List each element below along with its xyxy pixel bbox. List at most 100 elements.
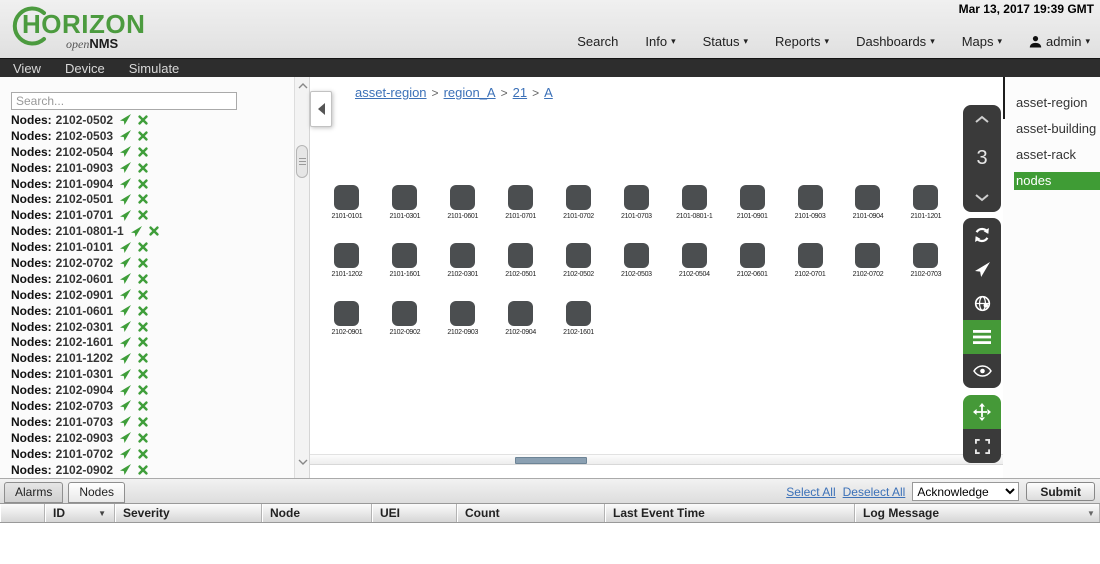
node-list-item[interactable]: Nodes:2101-0801-1 (0, 223, 292, 239)
breadcrumb-link[interactable]: asset-region (355, 85, 427, 100)
map-node[interactable]: 2101-1601 (376, 243, 434, 278)
layer-item-nodes[interactable]: nodes (1014, 172, 1100, 190)
locate-node-icon[interactable] (120, 321, 131, 332)
remove-node-icon[interactable] (138, 131, 148, 141)
submit-button[interactable]: Submit (1026, 482, 1095, 501)
nav-item-status[interactable]: Status▾ (703, 34, 748, 49)
node-list-item[interactable]: Nodes:2102-0504 (0, 144, 292, 160)
left-panel-scrollbar[interactable] (294, 77, 309, 478)
node-list-item[interactable]: Nodes:2102-0904 (0, 382, 292, 398)
node-list-item[interactable]: Nodes:2101-0301 (0, 366, 292, 382)
column-header-node[interactable]: Node (262, 504, 372, 522)
column-header-uei[interactable]: UEI (372, 504, 457, 522)
remove-node-icon[interactable] (138, 115, 148, 125)
layer-item-asset-building[interactable]: asset-building (1003, 116, 1100, 142)
action-select[interactable]: Acknowledge (912, 482, 1019, 501)
column-header-select[interactable] (0, 504, 45, 522)
remove-node-icon[interactable] (138, 163, 148, 173)
node-list-item[interactable]: Nodes:2102-0501 (0, 191, 292, 207)
remove-node-icon[interactable] (138, 290, 148, 300)
select-all-link[interactable]: Select All (786, 485, 835, 499)
map-node[interactable]: 2101-0601 (434, 185, 492, 220)
map-node[interactable]: 2102-0702 (839, 243, 897, 278)
menu-item-device[interactable]: Device (65, 61, 105, 76)
map-node[interactable]: 2101-0904 (839, 185, 897, 220)
column-header-count[interactable]: Count (457, 504, 605, 522)
column-header-severity[interactable]: Severity (115, 504, 262, 522)
remove-node-icon[interactable] (138, 337, 148, 347)
locate-node-icon[interactable] (120, 130, 131, 141)
map-node[interactable]: 2102-0703 (897, 243, 955, 278)
locate-node-icon[interactable] (120, 273, 131, 284)
column-header-id[interactable]: ID▼ (45, 504, 115, 522)
locate-node-icon[interactable] (120, 242, 131, 253)
map-node[interactable]: 2102-0301 (434, 243, 492, 278)
node-list-item[interactable]: Nodes:2101-0702 (0, 446, 292, 462)
remove-node-icon[interactable] (138, 194, 148, 204)
map-node[interactable]: 2101-0703 (607, 185, 665, 220)
map-node[interactable]: 2102-0502 (550, 243, 608, 278)
eye-button[interactable] (963, 354, 1001, 388)
layer-item-asset-region[interactable]: asset-region (1003, 90, 1100, 116)
map-node[interactable]: 2101-0801-1 (665, 185, 723, 220)
map-node[interactable]: 2102-0601 (723, 243, 781, 278)
map-node[interactable]: 2102-1601 (550, 301, 608, 336)
node-list-item[interactable]: Nodes:2101-0701 (0, 207, 292, 223)
remove-node-icon[interactable] (138, 449, 148, 459)
locate-node-icon[interactable] (120, 146, 131, 157)
nav-item-admin[interactable]: admin▾ (1029, 34, 1090, 49)
locate-node-icon[interactable] (120, 464, 131, 475)
remove-node-icon[interactable] (149, 226, 159, 236)
node-list-item[interactable]: Nodes:2101-0904 (0, 176, 292, 192)
map-node[interactable]: 2101-0301 (376, 185, 434, 220)
remove-node-icon[interactable] (138, 369, 148, 379)
remove-node-icon[interactable] (138, 322, 148, 332)
map-node[interactable]: 2102-0503 (607, 243, 665, 278)
map-node[interactable]: 2101-1202 (318, 243, 376, 278)
locate-node-icon[interactable] (120, 416, 131, 427)
level-up-button[interactable] (974, 115, 990, 124)
column-header-last-event-time[interactable]: Last Event Time (605, 504, 855, 522)
remove-node-icon[interactable] (138, 385, 148, 395)
node-list-item[interactable]: Nodes:2101-0101 (0, 239, 292, 255)
remove-node-icon[interactable] (138, 258, 148, 268)
locate-node-icon[interactable] (120, 369, 131, 380)
fullscreen-button[interactable] (963, 429, 1001, 463)
map-node[interactable]: 2101-0702 (550, 185, 608, 220)
locate-node-icon[interactable] (120, 178, 131, 189)
scrollbar-thumb[interactable] (296, 145, 308, 178)
nav-item-info[interactable]: Info▾ (645, 34, 675, 49)
node-list-item[interactable]: Nodes:2102-0502 (0, 112, 292, 128)
scroll-down-icon[interactable] (297, 456, 308, 468)
node-list-item[interactable]: Nodes:2102-0903 (0, 430, 292, 446)
locate-node-icon[interactable] (120, 448, 131, 459)
sort-desc-icon[interactable]: ▼ (98, 505, 106, 523)
locate-node-icon[interactable] (120, 289, 131, 300)
breadcrumb-link[interactable]: 21 (513, 85, 527, 100)
locate-node-icon[interactable] (120, 337, 131, 348)
locate-node-icon[interactable] (120, 385, 131, 396)
locate-button[interactable] (963, 252, 1001, 286)
remove-node-icon[interactable] (138, 401, 148, 411)
nav-item-maps[interactable]: Maps▾ (962, 34, 1002, 49)
nav-item-reports[interactable]: Reports▾ (775, 34, 829, 49)
map-node[interactable]: 2102-0903 (434, 301, 492, 336)
menu-item-simulate[interactable]: Simulate (129, 61, 180, 76)
map-node[interactable]: 2102-0501 (492, 243, 550, 278)
node-list-item[interactable]: Nodes:2102-1601 (0, 334, 292, 350)
map-node[interactable]: 2101-0901 (723, 185, 781, 220)
map-node[interactable]: 2101-0101 (318, 185, 376, 220)
locate-node-icon[interactable] (120, 400, 131, 411)
refresh-button[interactable] (963, 218, 1001, 252)
locate-node-icon[interactable] (120, 194, 131, 205)
remove-node-icon[interactable] (138, 417, 148, 427)
search-input[interactable] (11, 92, 237, 110)
tab-nodes[interactable]: Nodes (68, 482, 125, 503)
locate-node-icon[interactable] (120, 353, 131, 364)
locate-node-icon[interactable] (120, 210, 131, 221)
node-list-item[interactable]: Nodes:2102-0901 (0, 287, 292, 303)
globe-button[interactable] (963, 286, 1001, 320)
node-list-item[interactable]: Nodes:2102-0601 (0, 271, 292, 287)
remove-node-icon[interactable] (138, 306, 148, 316)
map-node[interactable]: 2101-1201 (897, 185, 955, 220)
